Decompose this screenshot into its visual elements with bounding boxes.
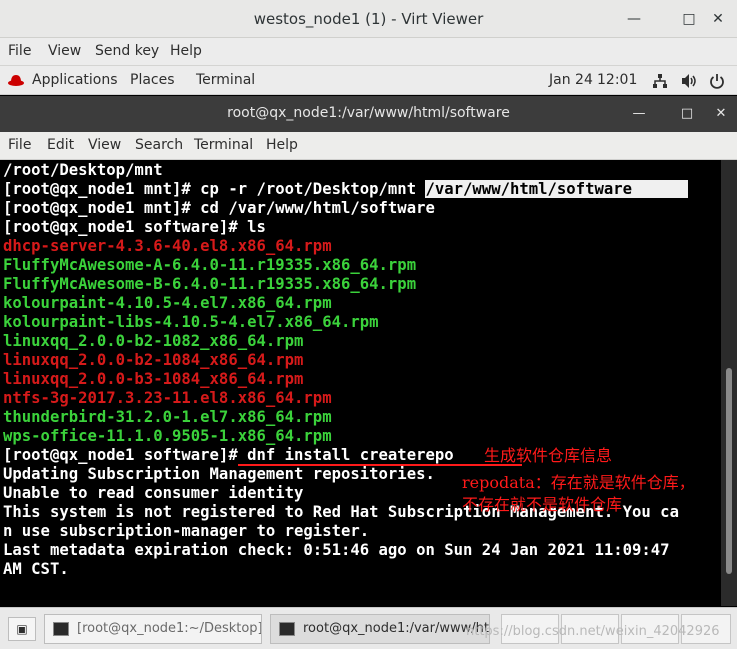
- maximize-icon[interactable]: □: [678, 8, 700, 30]
- terminal-minimize-icon[interactable]: —: [629, 104, 649, 124]
- terminal-line-text: wps-office-11.1.0.9505-1.x86_64.rpm: [3, 427, 332, 445]
- terminal-icon: [53, 622, 69, 636]
- terminal-line-text: linuxqq_2.0.0-b3-1084_x86_64.rpm: [3, 370, 304, 388]
- annotation-underline: [238, 464, 522, 466]
- terminal-line-text: [root@qx_node1 mnt]# cd /var/www/html/so…: [3, 199, 435, 217]
- terminal-line-text: dhcp-server-4.3.6-40.el8.x86_64.rpm: [3, 237, 332, 255]
- terminal-line-text: [root@qx_node1 mnt]# cp -r /root/Desktop…: [3, 180, 426, 198]
- places-menu[interactable]: Places: [130, 72, 175, 88]
- menu-file[interactable]: File: [8, 43, 31, 59]
- terminal-line-text: Last metadata expiration check: 0:51:46 …: [3, 541, 670, 559]
- terminal-line: Unable to read consumer identity: [3, 484, 303, 503]
- guest-display[interactable]: Applications Places Terminal Jan 24 12:0…: [0, 67, 737, 649]
- terminal-icon: [279, 622, 295, 636]
- terminal-line-text: FluffyMcAwesome-B-6.4.0-11.r19335.x86_64…: [3, 275, 417, 293]
- terminal-titlebar: root@qx_node1:/var/www/html/software — □…: [0, 96, 737, 132]
- terminal-line: [root@qx_node1 software]# dnf install cr…: [3, 446, 454, 465]
- annotation-generate-repo: 生成软件仓库信息: [484, 446, 613, 465]
- terminal-line-text: n use subscription-manager to register.: [3, 522, 370, 540]
- terminal-line-text: linuxqq_2.0.0-b2-1082_x86_64.rpm: [3, 332, 304, 350]
- terminal-output[interactable]: /root/Desktop/mnt [root@qx_node1 mnt]# cp…: [0, 160, 720, 606]
- bottom-taskbar: ▣ [root@qx_node1:~/Desktop] root@qx_node…: [0, 607, 737, 649]
- power-icon[interactable]: [709, 73, 725, 89]
- watermark-text: https://blog.csdn.net/weixin_42042926: [466, 624, 720, 639]
- annotation-repodata: repodata：存在就是软件仓库，: [462, 473, 695, 492]
- redhat-logo-icon: [8, 75, 24, 86]
- terminal-line: n use subscription-manager to register.: [3, 522, 369, 541]
- terminal-line-text: thunderbird-31.2.0-1.el7.x86_64.rpm: [3, 408, 332, 426]
- terminal-line: linuxqq_2.0.0-b3-1084_x86_64.rpm: [3, 370, 303, 389]
- virt-viewer-titlebar: westos_node1 (1) - Virt Viewer — □ ✕: [0, 0, 737, 38]
- terminal-menu-view[interactable]: View: [88, 137, 121, 153]
- selected-text: /var/www/html/software: [425, 180, 689, 198]
- terminal-line: [root@qx_node1 software]# ls: [3, 218, 266, 237]
- terminal-menu-edit[interactable]: Edit: [47, 137, 74, 153]
- menu-send-key[interactable]: Send key: [95, 43, 159, 59]
- show-desktop-icon[interactable]: ▣: [8, 617, 36, 641]
- terminal-line: /root/Desktop/mnt: [3, 161, 163, 180]
- terminal-menubar: File Edit View Search Terminal Help: [0, 132, 737, 160]
- close-icon[interactable]: ✕: [707, 8, 729, 30]
- clock-time[interactable]: 12:01: [597, 72, 637, 88]
- network-icon[interactable]: [652, 73, 668, 89]
- annotation-not-repo: 不存在就不是软件仓库: [462, 495, 623, 514]
- terminal-line-text: [root@qx_node1 software]# ls: [3, 218, 266, 236]
- terminal-menu-file[interactable]: File: [8, 137, 31, 153]
- terminal-line: Updating Subscription Management reposit…: [3, 465, 435, 484]
- taskbar-item-desktop-terminal[interactable]: [root@qx_node1:~/Desktop]: [44, 614, 262, 644]
- terminal-line-text: FluffyMcAwesome-A-6.4.0-11.r19335.x86_64…: [3, 256, 417, 274]
- taskbar-item-label: root@qx_node1:/var/www/html/software: [303, 621, 489, 636]
- terminal-line: FluffyMcAwesome-A-6.4.0-11.r19335.x86_64…: [3, 256, 416, 275]
- terminal-line: [root@qx_node1 mnt]# cd /var/www/html/so…: [3, 199, 435, 218]
- terminal-line-text: Unable to read consumer identity: [3, 484, 304, 502]
- terminal-title: root@qx_node1:/var/www/html/software: [227, 105, 510, 121]
- terminal-line: linuxqq_2.0.0-b2-1082_x86_64.rpm: [3, 332, 303, 351]
- terminal-maximize-icon[interactable]: □: [677, 104, 697, 124]
- virt-viewer-menubar: File View Send key Help: [0, 38, 737, 66]
- gnome-top-bar: Applications Places Terminal Jan 24 12:0…: [0, 67, 737, 95]
- terminal-line-text: linuxqq_2.0.0-b2-1084_x86_64.rpm: [3, 351, 304, 369]
- minimize-icon[interactable]: —: [623, 8, 645, 30]
- terminal-window: root@qx_node1:/var/www/html/software — □…: [0, 96, 737, 606]
- terminal-line: [root@qx_node1 mnt]# cp -r /root/Desktop…: [3, 180, 689, 199]
- terminal-menu-search[interactable]: Search: [135, 137, 183, 153]
- terminal-menu-help[interactable]: Help: [266, 137, 298, 153]
- terminal-menu-terminal[interactable]: Terminal: [194, 137, 253, 153]
- terminal-line-text: Updating Subscription Management reposit…: [3, 465, 435, 483]
- terminal-line: Last metadata expiration check: 0:51:46 …: [3, 541, 670, 560]
- terminal-line-text: [root@qx_node1 software]# dnf install cr…: [3, 446, 454, 464]
- taskbar-item-software-terminal[interactable]: root@qx_node1:/var/www/html/software: [270, 614, 490, 644]
- menu-help[interactable]: Help: [170, 43, 202, 59]
- terminal-line: kolourpaint-libs-4.10.5-4.el7.x86_64.rpm: [3, 313, 379, 332]
- terminal-line: linuxqq_2.0.0-b2-1084_x86_64.rpm: [3, 351, 303, 370]
- terminal-line: AM CST.: [3, 560, 69, 579]
- terminal-line-text: AM CST.: [3, 560, 69, 578]
- menu-view[interactable]: View: [48, 43, 81, 59]
- terminal-line: dhcp-server-4.3.6-40.el8.x86_64.rpm: [3, 237, 332, 256]
- applications-menu[interactable]: Applications: [32, 72, 118, 88]
- terminal-app-menu[interactable]: Terminal: [196, 72, 255, 88]
- taskbar-item-label: [root@qx_node1:~/Desktop]: [77, 621, 262, 636]
- terminal-line: wps-office-11.1.0.9505-1.x86_64.rpm: [3, 427, 332, 446]
- terminal-line-text: kolourpaint-libs-4.10.5-4.el7.x86_64.rpm: [3, 313, 379, 331]
- terminal-line-text: /root/Desktop/mnt: [3, 161, 163, 179]
- terminal-line-text: kolourpaint-4.10.5-4.el7.x86_64.rpm: [3, 294, 332, 312]
- terminal-line-text: ntfs-3g-2017.3.23-11.el8.x86_64.rpm: [3, 389, 332, 407]
- terminal-line: kolourpaint-4.10.5-4.el7.x86_64.rpm: [3, 294, 332, 313]
- terminal-line: ntfs-3g-2017.3.23-11.el8.x86_64.rpm: [3, 389, 332, 408]
- clock-date[interactable]: Jan 24: [549, 72, 593, 88]
- terminal-close-icon[interactable]: ✕: [711, 104, 731, 124]
- terminal-line: thunderbird-31.2.0-1.el7.x86_64.rpm: [3, 408, 332, 427]
- volume-icon[interactable]: [681, 73, 698, 89]
- scrollbar-thumb[interactable]: [726, 368, 732, 574]
- terminal-line: FluffyMcAwesome-B-6.4.0-11.r19335.x86_64…: [3, 275, 416, 294]
- terminal-scrollbar[interactable]: [721, 160, 737, 606]
